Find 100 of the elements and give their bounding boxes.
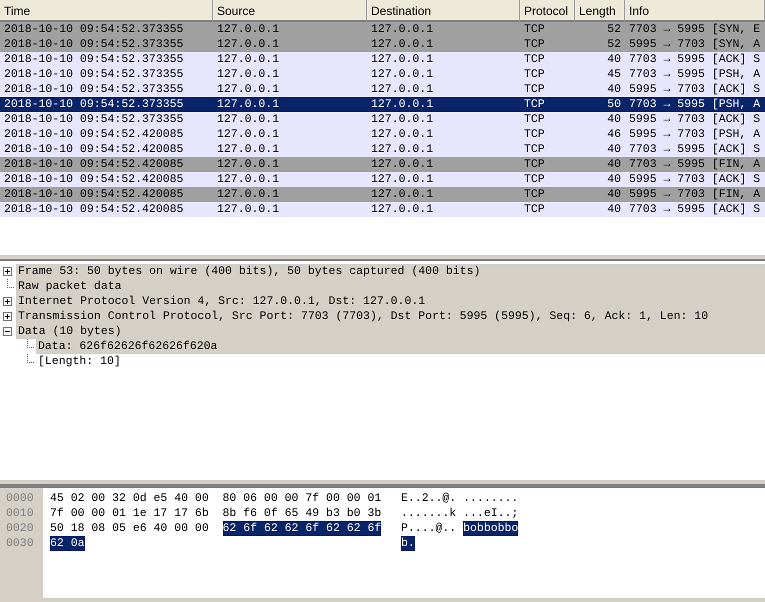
table-cell-text: 7703 → 5995 [PSH, A [628,67,762,82]
table-cell-text: 5995 → 7703 [FIN, A [628,187,762,202]
table-cell-text: 127.0.0.1 [216,202,280,217]
table-cell-text: 127.0.0.1 [216,22,280,37]
byte-offset: 0020 [5,521,35,536]
table-cell-text: 127.0.0.1 [216,142,280,157]
detail-item[interactable]: Data (10 bytes) [16,324,765,339]
table-cell-text: 127.0.0.1 [216,187,280,202]
table-cell-text: 127.0.0.1 [370,52,434,67]
packet-row[interactable]: 2018-10-10 09:54:52.420085 127.0.0.1 127.0.0.1 TCP 40 7703 → 5995 [FIN, A [0,157,765,172]
detail-item[interactable]: Frame 53: 50 bytes on wire (400 bits), 50 bytes captured (400 bits) [16,264,765,279]
table-cell-text: 40 [606,202,622,217]
table-cell-text: 127.0.0.1 [370,157,434,172]
table-cell-text: 5995 → 7703 [SYN, A [628,37,762,52]
ascii-bytes: E..2..@. ........ [401,491,518,506]
packet-row[interactable]: 2018-10-10 09:54:52.420085 127.0.0.1 127.0.0.1 TCP 40 7703 → 5995 [ACK] S [0,142,765,157]
table-cell-text: TCP [523,67,546,82]
table-cell-text: 127.0.0.1 [370,202,434,217]
table-cell-text: 2018-10-10 09:54:52.373355 [3,112,184,127]
table-cell-text: 2018-10-10 09:54:52.420085 [3,142,184,157]
hex-bytes: 45 02 00 32 0d e5 40 00 80 06 00 00 7f 00 00 01 [50,491,382,506]
detail-item[interactable]: [Length: 10] [36,354,765,369]
table-cell-text: TCP [523,52,546,67]
table-cell-text: 40 [606,52,622,67]
table-cell-text: 2018-10-10 09:54:52.420085 [3,187,184,202]
table-cell-text: 127.0.0.1 [216,157,280,172]
hex-bytes: 62 6f 62 62 6f 62 62 6f [222,521,382,536]
table-cell-text: 40 [606,82,622,97]
table-cell-text: TCP [523,202,546,217]
table-cell-text: 127.0.0.1 [216,82,280,97]
packet-row[interactable]: 2018-10-10 09:54:52.373355 127.0.0.1 127.0.0.1 TCP 45 7703 → 5995 [PSH, A [0,67,765,82]
column-header[interactable]: Source [213,0,367,22]
table-cell-text: 127.0.0.1 [216,97,280,112]
packet-row[interactable]: 2018-10-10 09:54:52.373355 127.0.0.1 127.0.0.1 TCP 52 7703 → 5995 [SYN, E [0,22,765,37]
table-cell-text: TCP [523,127,546,142]
table-cell-text: 7703 → 5995 [ACK] S [628,202,762,217]
expand-icon[interactable] [3,312,12,321]
table-cell-text: 2018-10-10 09:54:52.420085 [3,157,184,172]
detail-item[interactable]: Transmission Control Protocol, Src Port: 7703 (7703), Dst Port: 5995 (5995), Seq: 6, Ack: 1, Len: 10 [16,309,765,324]
column-header[interactable]: Protocol [520,0,575,22]
table-cell-text: 127.0.0.1 [216,37,280,52]
packet-row[interactable]: 2018-10-10 09:54:52.373355 127.0.0.1 127.0.0.1 TCP 40 7703 → 5995 [ACK] S [0,52,765,67]
table-cell-text: TCP [523,172,546,187]
table-cell-text: 2018-10-10 09:54:52.420085 [3,202,184,217]
column-header[interactable]: Info [625,0,765,22]
column-header[interactable]: Destination [367,0,520,22]
packet-row[interactable]: 2018-10-10 09:54:52.373355 127.0.0.1 127.0.0.1 TCP 40 5995 → 7703 [ACK] S [0,82,765,97]
hex-bytes: 50 18 08 05 e6 40 00 00 [50,521,210,536]
table-cell-text: 7703 → 5995 [SYN, E [628,22,762,37]
column-header[interactable]: Time [0,0,213,22]
table-cell-text: 2018-10-10 09:54:52.373355 [3,97,184,112]
packet-row[interactable]: 2018-10-10 09:54:52.420085 127.0.0.1 127.0.0.1 TCP 40 7703 → 5995 [ACK] S [0,202,765,217]
expand-icon[interactable] [3,297,12,306]
hex-bytes: 62 0a [50,536,85,551]
detail-item[interactable]: Raw packet data [16,279,765,294]
byte-offset: 0010 [5,506,35,521]
table-cell-text: TCP [523,82,546,97]
table-cell-text: 127.0.0.1 [370,142,434,157]
packet-row[interactable]: 2018-10-10 09:54:52.420085 127.0.0.1 127.0.0.1 TCP 40 5995 → 7703 [FIN, A [0,187,765,202]
ascii-bytes: b. [401,536,415,551]
table-cell-text: 5995 → 7703 [PSH, A [628,127,762,142]
table-cell-text: 40 [606,142,622,157]
table-cell-text: 127.0.0.1 [370,187,434,202]
table-cell-text: TCP [523,157,546,172]
table-cell-text: 127.0.0.1 [216,112,280,127]
table-cell-text: 2018-10-10 09:54:52.420085 [3,172,184,187]
table-cell-text: 127.0.0.1 [370,37,434,52]
table-cell-text: TCP [523,22,546,37]
table-cell-text: 127.0.0.1 [370,82,434,97]
byte-offset: 0000 [5,491,35,506]
table-cell-text: 127.0.0.1 [216,127,280,142]
table-cell-text: 2018-10-10 09:54:52.373355 [3,82,184,97]
packet-row[interactable]: 2018-10-10 09:54:52.373355 127.0.0.1 127.0.0.1 TCP 52 5995 → 7703 [SYN, A [0,37,765,52]
ascii-bytes: P....@.. [401,521,458,536]
collapse-icon[interactable] [3,327,12,336]
table-cell-text: 2018-10-10 09:54:52.373355 [3,52,184,67]
table-cell-text: 7703 → 5995 [ACK] S [628,142,762,157]
detail-item[interactable]: Data: 626f62626f62626f620a [36,339,765,354]
expand-icon[interactable] [3,267,12,276]
table-cell-text: TCP [523,37,546,52]
table-cell-text: TCP [523,112,546,127]
table-cell-text: 127.0.0.1 [216,172,280,187]
table-cell-text: 5995 → 7703 [ACK] S [628,112,762,127]
table-cell-text: 46 [606,127,622,142]
detail-item[interactable]: Internet Protocol Version 4, Src: 127.0.0.1, Dst: 127.0.0.1 [16,294,765,309]
column-header[interactable]: Length [575,0,625,22]
packet-row[interactable]: 2018-10-10 09:54:52.373355 127.0.0.1 127.0.0.1 TCP 40 5995 → 7703 [ACK] S [0,112,765,127]
table-cell-text: 45 [606,67,622,82]
table-cell-text: 50 [606,97,622,112]
table-cell-text: 40 [606,172,622,187]
table-cell-text: 127.0.0.1 [216,67,280,82]
packet-row[interactable]: 2018-10-10 09:54:52.420085 127.0.0.1 127.0.0.1 TCP 46 5995 → 7703 [PSH, A [0,127,765,142]
ascii-bytes: bobbobbo [463,521,518,536]
table-cell-text: 5995 → 7703 [ACK] S [628,172,762,187]
table-cell-text: 5995 → 7703 [ACK] S [628,82,762,97]
table-cell-text: 52 [606,37,622,52]
packet-row[interactable]: 2018-10-10 09:54:52.420085 127.0.0.1 127.0.0.1 TCP 40 5995 → 7703 [ACK] S [0,172,765,187]
table-cell-text: 127.0.0.1 [370,112,434,127]
table-cell-text: TCP [523,187,546,202]
packet-row[interactable]: 2018-10-10 09:54:52.373355 127.0.0.1 127.0.0.1 TCP 50 7703 → 5995 [PSH, A [0,97,765,112]
